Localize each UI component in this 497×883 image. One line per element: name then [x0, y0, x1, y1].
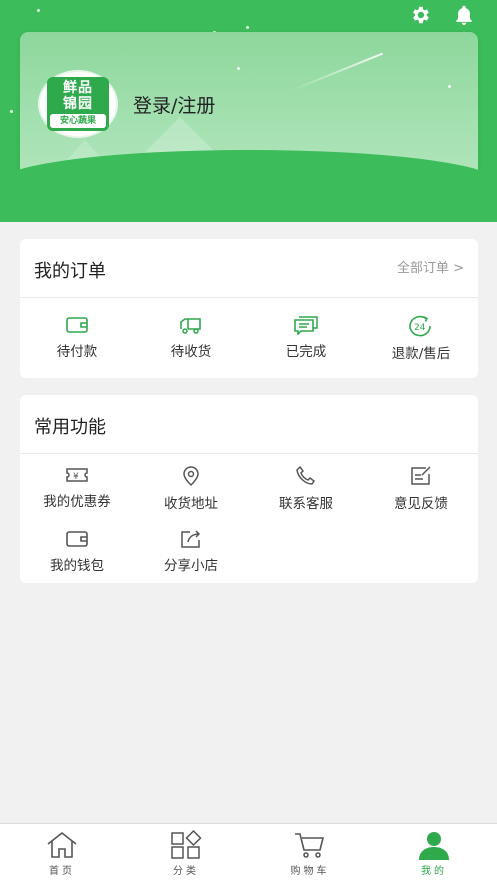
- order-refund-aftersale[interactable]: 24 退款/售后: [364, 315, 478, 362]
- feedback-icon: [411, 466, 431, 485]
- avatar[interactable]: 鲜品 锦园 安心蔬果: [38, 70, 118, 138]
- function-label: 我的钱包: [50, 558, 104, 574]
- order-item-label: 待付款: [56, 344, 98, 360]
- all-orders-link[interactable]: 全部订单 >: [397, 257, 464, 276]
- shipping-address[interactable]: 收货地址: [134, 465, 248, 512]
- logo-line-2: 锦园: [63, 96, 93, 112]
- divider: [20, 453, 478, 454]
- svg-text:¥: ¥: [73, 472, 79, 482]
- bell-icon[interactable]: [453, 4, 475, 26]
- header-wave: [0, 150, 497, 222]
- 24h-service-icon: 24: [409, 315, 431, 337]
- functions-panel: 常用功能 ¥ 我的优惠券 收货地址 联系客服 意见反馈 我的钱包 分享小店: [20, 395, 478, 583]
- wallet-icon: [66, 531, 88, 547]
- my-coupons[interactable]: ¥ 我的优惠券: [20, 465, 134, 510]
- login-register-link[interactable]: 登录/注册: [133, 91, 215, 118]
- order-item-label: 待收货: [170, 344, 212, 360]
- order-item-label: 已完成: [285, 344, 327, 360]
- order-item-label: 退款/售后: [391, 346, 451, 362]
- function-label: 联系客服: [279, 496, 333, 512]
- star-dot: [246, 26, 249, 29]
- coupon-icon: ¥: [66, 468, 88, 482]
- tab-category[interactable]: 分类: [124, 824, 248, 883]
- brand-logo: 鲜品 锦园 安心蔬果: [47, 77, 109, 131]
- logo-tagline: 安心蔬果: [50, 114, 106, 128]
- share-shop[interactable]: 分享小店: [134, 529, 248, 574]
- user-icon: [419, 832, 449, 860]
- category-icon: [171, 830, 202, 859]
- home-icon: [47, 831, 77, 858]
- function-label: 分享小店: [164, 558, 218, 574]
- logo-line-1: 鲜品: [63, 80, 93, 96]
- truck-icon: [180, 318, 201, 334]
- function-label: 收货地址: [164, 496, 218, 512]
- message-stack-icon: [294, 316, 318, 335]
- bottom-tab-bar: 首页 分类 购物车 我的: [0, 823, 497, 883]
- order-completed[interactable]: 已完成: [249, 315, 363, 360]
- order-pending-payment[interactable]: 待付款: [20, 315, 134, 360]
- tab-label: 购物车: [290, 866, 330, 877]
- star-dot: [237, 67, 240, 70]
- tab-label: 分类: [173, 866, 199, 877]
- divider: [20, 297, 478, 298]
- function-label: 意见反馈: [394, 496, 448, 512]
- tab-label: 我的: [421, 866, 447, 877]
- my-wallet[interactable]: 我的钱包: [20, 529, 134, 574]
- meteor-decoration: [289, 52, 384, 92]
- location-pin-icon: [183, 466, 199, 487]
- order-pending-delivery[interactable]: 待收货: [134, 315, 248, 360]
- function-label: 我的优惠券: [43, 494, 111, 510]
- orders-panel: 我的订单 全部订单 > 待付款 待收货 已完成 24 退款/售后: [20, 239, 478, 378]
- tab-home[interactable]: 首页: [0, 824, 124, 883]
- share-icon: [181, 530, 201, 548]
- star-dot: [37, 9, 40, 12]
- gear-icon[interactable]: [409, 4, 431, 26]
- cart-icon: [295, 833, 325, 858]
- tab-cart[interactable]: 购物车: [248, 824, 372, 883]
- wallet-icon: [66, 317, 88, 333]
- functions-title: 常用功能: [34, 417, 106, 438]
- tab-mine[interactable]: 我的: [372, 824, 496, 883]
- star-dot: [448, 85, 451, 88]
- star-dot: [10, 110, 13, 113]
- orders-title: 我的订单: [34, 261, 106, 282]
- contact-service[interactable]: 联系客服: [249, 465, 363, 512]
- profile-header: 鲜品 锦园 安心蔬果 登录/注册: [0, 0, 497, 222]
- feedback[interactable]: 意见反馈: [364, 465, 478, 512]
- svg-text:24: 24: [414, 323, 426, 333]
- phone-icon: [296, 465, 316, 485]
- tab-label: 首页: [49, 866, 75, 877]
